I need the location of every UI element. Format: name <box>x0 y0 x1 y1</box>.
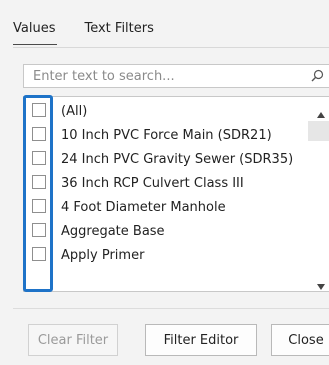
checkbox[interactable] <box>32 199 46 213</box>
values-list: (All) 10 Inch PVC Force Main (SDR21) 24 … <box>23 96 329 292</box>
checkbox[interactable] <box>32 247 46 261</box>
scroll-up-arrow-icon[interactable] <box>317 107 325 122</box>
tab-text-filters[interactable]: Text Filters <box>84 21 153 45</box>
list-item[interactable]: 24 Inch PVC Gravity Sewer (SDR35) <box>24 147 314 171</box>
scroll-thumb[interactable] <box>308 121 329 141</box>
checkbox[interactable] <box>32 151 46 165</box>
close-button[interactable]: Close <box>271 324 329 356</box>
list-item-label: Aggregate Base <box>61 223 165 239</box>
list-item[interactable]: (All) <box>24 99 314 123</box>
checkbox[interactable] <box>32 175 46 189</box>
checkbox[interactable] <box>32 223 46 237</box>
list-item[interactable]: Aggregate Base <box>24 219 314 243</box>
list-item[interactable]: 10 Inch PVC Force Main (SDR21) <box>24 123 314 147</box>
list-item-label: 36 Inch RCP Culvert Class III <box>61 175 244 191</box>
list-item-label: 4 Foot Diameter Manhole <box>61 199 226 215</box>
footer-divider <box>13 308 329 309</box>
list-item-label: (All) <box>61 103 88 119</box>
checkbox[interactable] <box>32 127 46 141</box>
list-item[interactable]: 4 Foot Diameter Manhole <box>24 195 314 219</box>
tab-divider <box>13 47 329 48</box>
clear-filter-button[interactable]: Clear Filter <box>28 324 118 356</box>
search-box <box>23 64 329 88</box>
checkbox[interactable] <box>32 103 46 117</box>
search-icon[interactable] <box>311 69 324 86</box>
list-item[interactable]: 36 Inch RCP Culvert Class III <box>24 171 314 195</box>
filter-editor-button[interactable]: Filter Editor <box>145 324 257 356</box>
filter-tabs: Values Text Filters <box>13 21 181 45</box>
tab-values[interactable]: Values <box>13 21 58 45</box>
search-input[interactable] <box>24 65 313 87</box>
scroll-down-arrow-icon[interactable] <box>317 279 325 291</box>
list-item-label: 24 Inch PVC Gravity Sewer (SDR35) <box>61 151 294 167</box>
list-item-label: Apply Primer <box>61 247 145 263</box>
list-item-label: 10 Inch PVC Force Main (SDR21) <box>61 127 272 143</box>
list-item[interactable]: Apply Primer <box>24 243 314 267</box>
list-scrollbar[interactable] <box>308 97 329 291</box>
